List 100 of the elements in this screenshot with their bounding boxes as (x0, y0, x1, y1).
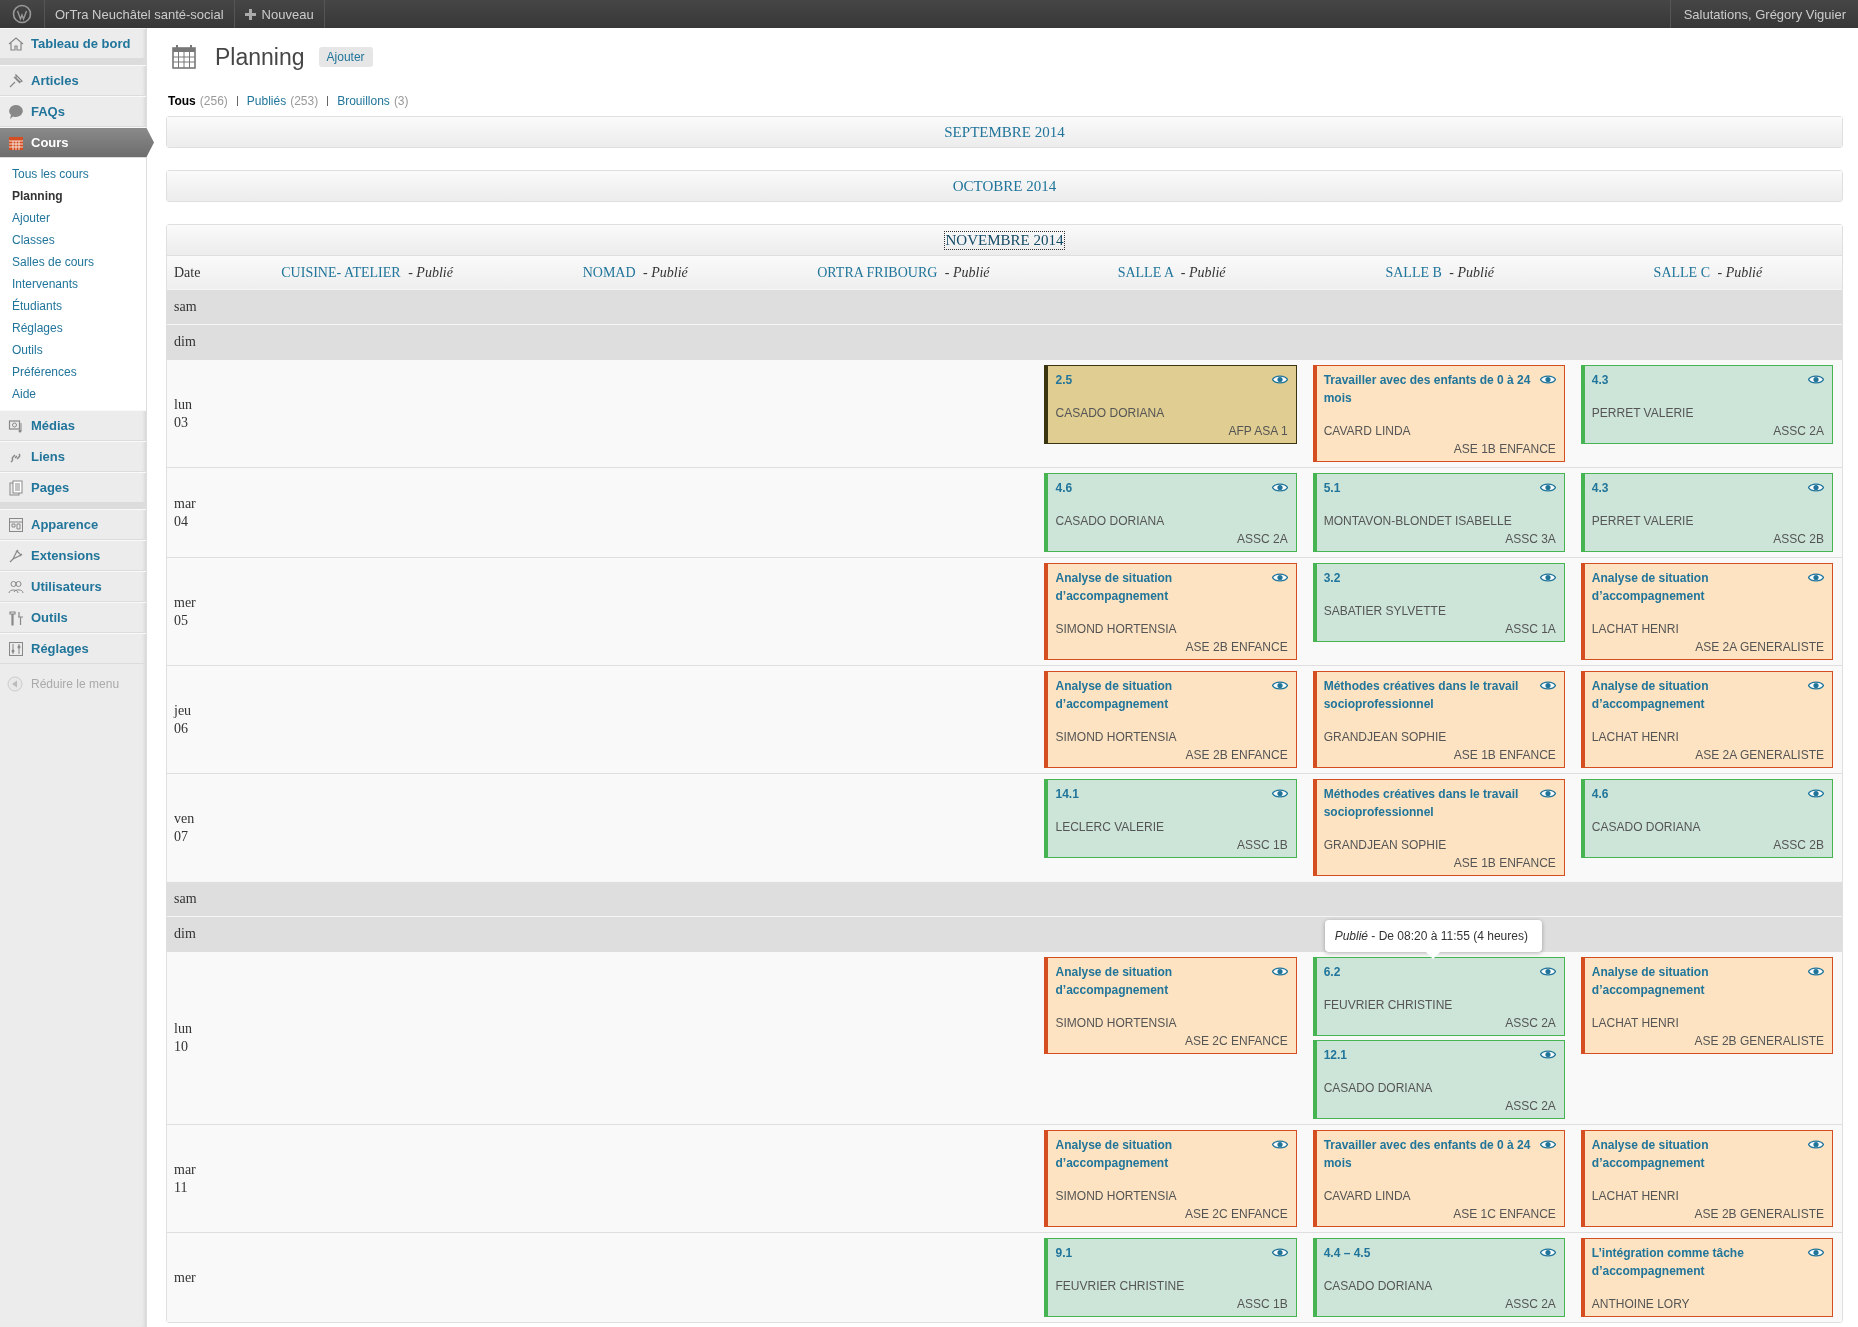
eye-icon[interactable] (1539, 966, 1556, 977)
eye-icon[interactable] (1539, 374, 1556, 385)
course-title-link[interactable]: 3.2 (1323, 569, 1341, 587)
course-card[interactable]: Travailler avec des enfants de 0 à 24 mois CAVARD LINDA ASE 1B ENFANCE (1312, 365, 1565, 462)
menu-item[interactable]: Liens (0, 441, 146, 472)
course-card[interactable]: Analyse de situation d’accompagnement LACHAT HENRI ASE 2A GENERALISTE (1580, 563, 1833, 660)
submenu-item[interactable]: Étudiants (0, 295, 146, 317)
greeting-link[interactable]: Salutations, Grégory Viguier (1669, 0, 1858, 28)
filter-link[interactable]: Publiés (246, 94, 287, 108)
course-title-link[interactable]: 14.1 (1055, 785, 1079, 803)
course-title-link[interactable]: Analyse de situation d’accompagnement (1055, 677, 1268, 713)
month-toggle[interactable]: SEPTEMBRE 2014 (943, 123, 1066, 141)
site-name-link[interactable]: OrTra Neuchâtel santé-social (45, 0, 235, 28)
eye-icon[interactable] (1271, 572, 1288, 583)
add-button[interactable]: Ajouter (318, 47, 373, 67)
course-title-link[interactable]: Analyse de situation d’accompagnement (1591, 963, 1804, 999)
course-card[interactable]: 4.6 CASADO DORIANA ASSC 2A (1044, 473, 1297, 552)
submenu-item[interactable]: Outils (0, 339, 146, 361)
submenu-item[interactable]: Préférences (0, 361, 146, 383)
course-title-link[interactable]: 4.4 – 4.5 (1323, 1244, 1371, 1262)
course-title-link[interactable]: Analyse de situation d’accompagnement (1055, 569, 1268, 605)
course-card[interactable]: 4.4 – 4.5 CASADO DORIANA ASSC 2A (1312, 1238, 1565, 1317)
course-card[interactable]: Analyse de situation d’accompagnement SIMOND HORTENSIA ASE 2B ENFANCE (1044, 563, 1297, 660)
eye-icon[interactable] (1808, 374, 1824, 385)
eye-icon[interactable] (1539, 1049, 1556, 1060)
submenu-item[interactable]: Réglages (0, 317, 146, 339)
course-card[interactable]: 5.1 MONTAVON-BLONDET ISABELLE ASSC 3A (1312, 473, 1565, 552)
room-link[interactable]: SALLE C (1653, 264, 1710, 280)
eye-icon[interactable] (1808, 1247, 1824, 1258)
course-title-link[interactable]: 2.5 (1055, 371, 1073, 389)
menu-item[interactable]: Outils (0, 602, 146, 633)
eye-icon[interactable] (1808, 572, 1824, 583)
submenu-item[interactable]: Salles de cours (0, 251, 146, 273)
course-card[interactable]: Analyse de situation d’accompagnement LACHAT HENRI ASE 2B GENERALISTE (1580, 957, 1833, 1054)
menu-item[interactable]: Réglages (0, 633, 146, 664)
eye-icon[interactable] (1808, 1139, 1824, 1150)
filter-link[interactable]: Tous (168, 94, 196, 108)
course-title-link[interactable]: 5.1 (1323, 479, 1341, 497)
menu-item[interactable]: Extensions (0, 540, 146, 571)
course-title-link[interactable]: Analyse de situation d’accompagnement (1591, 677, 1804, 713)
course-card[interactable]: Travailler avec des enfants de 0 à 24 mois CAVARD LINDA ASE 1C ENFANCE (1312, 1130, 1565, 1227)
course-title-link[interactable]: 9.1 (1055, 1244, 1073, 1262)
filter-link[interactable]: Brouillons (337, 94, 390, 108)
eye-icon[interactable] (1808, 680, 1824, 691)
submenu-item[interactable]: Ajouter (0, 207, 146, 229)
course-card[interactable]: Analyse de situation d’accompagnement SIMOND HORTENSIA ASE 2C ENFANCE (1044, 957, 1297, 1054)
month-toggle[interactable]: NOVEMBRE 2014 (944, 231, 1065, 249)
submenu-item[interactable]: Classes (0, 229, 146, 251)
eye-icon[interactable] (1539, 1247, 1556, 1258)
room-link[interactable]: SALLE A (1117, 264, 1174, 280)
course-card[interactable]: Analyse de situation d’accompagnement SIMOND HORTENSIA ASE 2C ENFANCE (1044, 1130, 1297, 1227)
logo-icon[interactable] (12, 4, 32, 24)
submenu-item[interactable]: Tous les cours (0, 163, 146, 185)
course-card[interactable]: 14.1 LECLERC VALERIE ASSC 1B (1044, 779, 1297, 858)
course-title-link[interactable]: 6.2 (1323, 963, 1341, 981)
course-title-link[interactable]: Analyse de situation d’accompagnement (1055, 963, 1268, 999)
course-card[interactable]: Analyse de situation d’accompagnement LACHAT HENRI ASE 2B GENERALISTE (1580, 1130, 1833, 1227)
course-card[interactable]: 2.5 CASADO DORIANA AFP ASA 1 (1044, 365, 1297, 444)
course-card[interactable]: Analyse de situation d’accompagnement SIMOND HORTENSIA ASE 2B ENFANCE (1044, 671, 1297, 768)
room-link[interactable]: CUISINE- ATELIER (281, 264, 401, 280)
submenu-item[interactable]: Planning (0, 185, 146, 207)
eye-icon[interactable] (1539, 788, 1556, 799)
room-link[interactable]: SALLE B (1385, 264, 1442, 280)
eye-icon[interactable] (1271, 966, 1288, 977)
eye-icon[interactable] (1539, 1139, 1556, 1150)
eye-icon[interactable] (1271, 482, 1288, 493)
course-card[interactable]: 12.1 CASADO DORIANA ASSC 2A (1312, 1040, 1565, 1119)
eye-icon[interactable] (1271, 374, 1288, 385)
eye-icon[interactable] (1271, 1139, 1288, 1150)
eye-icon[interactable] (1271, 1247, 1288, 1258)
course-title-link[interactable]: Méthodes créatives dans le travail socioprofessionnel (1323, 677, 1536, 713)
month-toggle[interactable]: OCTOBRE 2014 (951, 177, 1058, 195)
menu-item[interactable]: Articles (0, 65, 146, 96)
course-title-link[interactable]: 4.3 (1591, 371, 1609, 389)
eye-icon[interactable] (1808, 788, 1824, 799)
course-card[interactable]: 4.6 CASADO DORIANA ASSC 2B (1580, 779, 1833, 858)
room-link[interactable]: ORTRA FRIBOURG (817, 264, 938, 280)
eye-icon[interactable] (1808, 966, 1824, 977)
eye-icon[interactable] (1271, 788, 1288, 799)
course-title-link[interactable]: 4.6 (1591, 785, 1609, 803)
course-card[interactable]: 3.2 SABATIER SYLVETTE ASSC 1A (1312, 563, 1565, 642)
menu-item[interactable]: Pages (0, 472, 146, 503)
new-link[interactable]: Nouveau (234, 0, 325, 28)
course-card[interactable]: Méthodes créatives dans le travail socioprofessionnel GRANDJEAN SOPHIE ASE 1B ENFANCE (1312, 779, 1565, 876)
menu-item[interactable]: Apparence (0, 509, 146, 540)
course-title-link[interactable]: Travailler avec des enfants de 0 à 24 mois (1323, 1136, 1536, 1172)
course-title-link[interactable]: L’intégration comme tâche d’accompagnement (1591, 1244, 1804, 1280)
course-card[interactable]: Méthodes créatives dans le travail socioprofessionnel GRANDJEAN SOPHIE ASE 1B ENFANCE (1312, 671, 1565, 768)
course-title-link[interactable]: Analyse de situation d’accompagnement (1055, 1136, 1268, 1172)
course-title-link[interactable]: 4.3 (1591, 479, 1609, 497)
course-title-link[interactable]: Analyse de situation d’accompagnement (1591, 569, 1804, 605)
eye-icon[interactable] (1539, 680, 1556, 691)
submenu-item[interactable]: Intervenants (0, 273, 146, 295)
menu-item[interactable]: Cours (0, 127, 154, 158)
eye-icon[interactable] (1271, 680, 1288, 691)
menu-item[interactable]: Médias (0, 410, 146, 441)
course-title-link[interactable]: Méthodes créatives dans le travail socioprofessionnel (1323, 785, 1536, 821)
eye-icon[interactable] (1808, 482, 1824, 493)
course-title-link[interactable]: Travailler avec des enfants de 0 à 24 mois (1323, 371, 1536, 407)
eye-icon[interactable] (1539, 572, 1556, 583)
